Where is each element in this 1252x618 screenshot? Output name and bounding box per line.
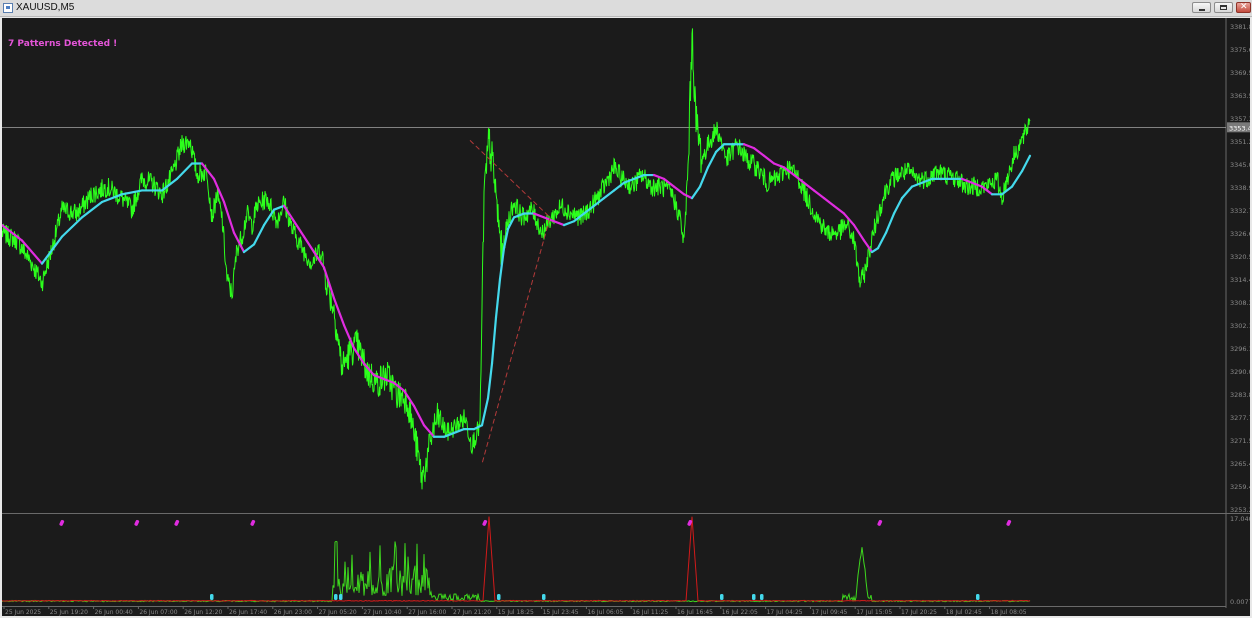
time-axis-label: 15 Jul 18:25 [498, 609, 534, 616]
minimize-icon [1199, 9, 1205, 11]
price-axis-label: 3320.5 [1230, 253, 1250, 261]
chart-window-icon [3, 3, 13, 13]
pattern-marker-bullish [720, 594, 724, 600]
minimize-button[interactable] [1192, 2, 1211, 13]
price-axis-label: 3351.2 [1230, 138, 1250, 146]
subwindow-max-label: 17.040 [1230, 515, 1250, 523]
price-axis-label: 3253.2 [1230, 506, 1250, 514]
pattern-marker-bullish [210, 594, 214, 600]
pattern-marker-bullish [497, 594, 501, 600]
maximize-button[interactable] [1214, 2, 1233, 13]
pattern-marker-bullish [339, 594, 343, 600]
price-axis-label: 3357.3 [1230, 115, 1250, 123]
price-axis-label: 3369.5 [1230, 69, 1250, 77]
time-axis-label: 18 Jul 02:45 [946, 609, 982, 616]
time-axis-label: 26 Jun 00:40 [95, 609, 133, 616]
pattern-marker-bullish [334, 594, 338, 600]
chart-borders [2, 18, 1250, 616]
time-axis-label: 26 Jun 07:00 [139, 609, 177, 616]
pattern-marker-bullish [542, 594, 546, 600]
time-axis-label: 25 Jun 19:20 [50, 609, 88, 616]
subwindow-min-label: 0.0077 [1230, 598, 1250, 606]
price-axis-label: 3326.6 [1230, 230, 1250, 238]
time-axis-label: 27 Jun 05:20 [319, 609, 357, 616]
price-axis-label: 3338.9 [1230, 184, 1250, 192]
pattern-count-message: 7 Patterns Detected ! [8, 39, 118, 49]
time-axis-label: 15 Jul 23:45 [543, 609, 579, 616]
window-titlebar: XAUUSD,M5 ✕ [0, 0, 1252, 17]
time-axis-label: 18 Jul 08:05 [991, 609, 1027, 616]
pattern-marker-bullish [760, 594, 764, 600]
price-axis-label: 3302.1 [1230, 322, 1250, 330]
price-axis-label: 3259.4 [1230, 483, 1250, 491]
price-axis-label: 3308.3 [1230, 299, 1250, 307]
time-axis-label: 27 Jun 21:20 [453, 609, 491, 616]
time-axis-label: 16 Jul 06:05 [587, 609, 623, 616]
chart-background [2, 18, 1250, 616]
time-axis-label: 16 Jul 22:05 [722, 609, 758, 616]
price-axis-label: 3296.1 [1230, 345, 1250, 353]
price-chart[interactable]: 3381.8 3375.6 3369.5 3363.5 3357.3 3351.2 3345… [2, 18, 1250, 616]
time-axis-label: 16 Jul 11:25 [632, 609, 668, 616]
time-axis-label: 25 Jun 2025 [5, 609, 41, 616]
time-axis-label: 27 Jun 10:40 [363, 609, 401, 616]
price-axis-label: 3271.5 [1230, 437, 1250, 445]
pattern-marker-bullish [976, 594, 980, 600]
price-axis-label: 3363.5 [1230, 92, 1250, 100]
price-axis-label: 3332.7 [1230, 207, 1250, 215]
time-axis-label: 17 Jul 09:45 [811, 609, 847, 616]
time-axis-label: 26 Jun 12:20 [184, 609, 222, 616]
time-axis-label: 26 Jun 23:00 [274, 609, 312, 616]
price-axis-label: 3265.4 [1230, 460, 1250, 468]
close-button[interactable]: ✕ [1236, 2, 1251, 13]
time-axis-label: 17 Jul 15:05 [856, 609, 892, 616]
time-axis-label: 16 Jul 16:45 [677, 609, 713, 616]
time-axis-label: 26 Jun 17:40 [229, 609, 267, 616]
price-axis-label: 3381.8 [1230, 23, 1250, 31]
maximize-icon [1220, 5, 1227, 10]
time-axis-label: 17 Jul 04:25 [767, 609, 803, 616]
price-axis-label: 3283.8 [1230, 391, 1250, 399]
time-axis-label: 27 Jun 16:00 [408, 609, 446, 616]
window-title: XAUUSD,M5 [16, 2, 75, 13]
price-axis-label: 3314.4 [1230, 276, 1250, 284]
price-axis-label: 3290.0 [1230, 368, 1250, 376]
price-axis-label: 3277.7 [1230, 414, 1250, 422]
chart-area[interactable]: 3381.8 3375.6 3369.5 3363.5 3357.3 3351.2 3345… [2, 18, 1250, 616]
time-axis-label: 17 Jul 20:25 [901, 609, 937, 616]
current-price-label: 3353.4 [1229, 124, 1250, 132]
price-axis-label: 3345.0 [1230, 161, 1250, 169]
pattern-marker-bullish [752, 594, 756, 600]
price-axis-label: 3375.6 [1230, 46, 1250, 54]
close-icon: ✕ [1240, 2, 1248, 12]
